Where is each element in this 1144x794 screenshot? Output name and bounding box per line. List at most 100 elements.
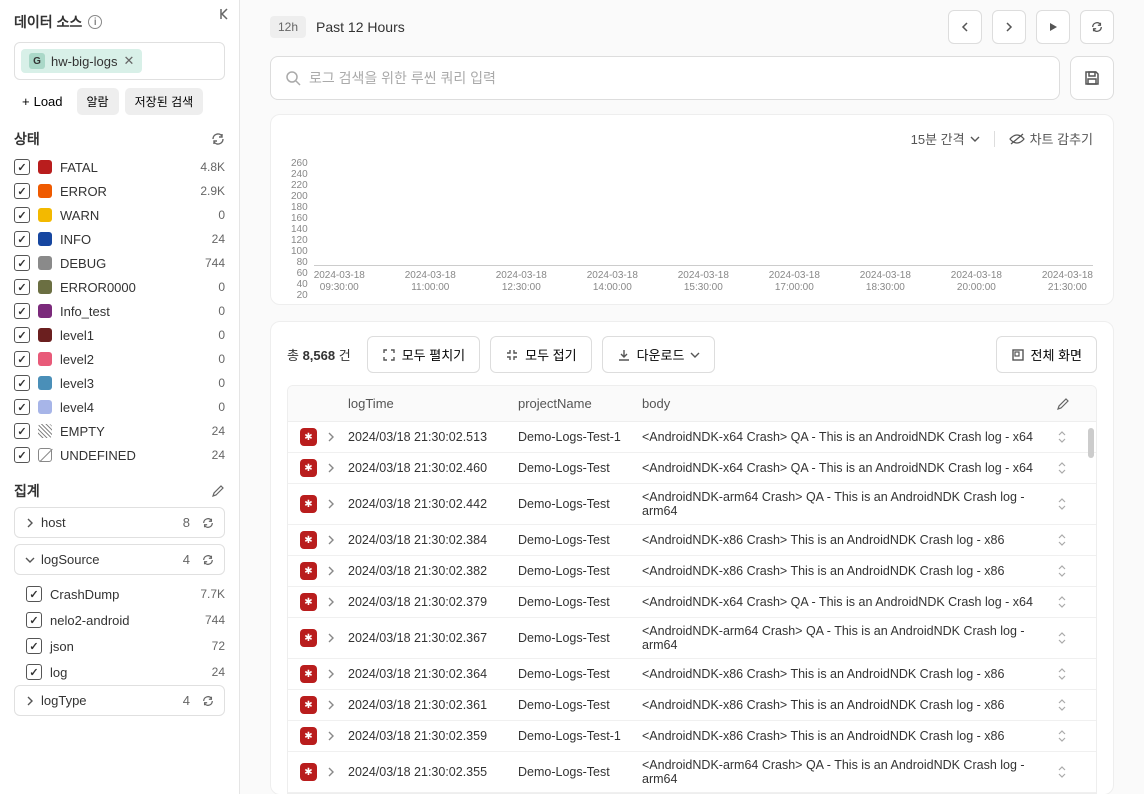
status-checkbox[interactable] xyxy=(14,231,30,247)
expand-row-button[interactable] xyxy=(327,633,342,643)
status-item-info_test[interactable]: Info_test0 xyxy=(14,299,225,323)
agg-refresh-button[interactable] xyxy=(202,695,214,707)
expand-row-button[interactable] xyxy=(327,499,342,509)
col-logtime[interactable]: logTime xyxy=(348,396,518,411)
fullscreen-button[interactable]: 전체 화면 xyxy=(996,336,1097,373)
refresh-button[interactable] xyxy=(1080,10,1114,44)
expand-row-button[interactable] xyxy=(327,597,342,607)
play-button[interactable] xyxy=(1036,10,1070,44)
table-row[interactable]: ✱2024/03/18 21:30:02.361Demo-Logs-Test<A… xyxy=(288,690,1096,721)
status-checkbox[interactable] xyxy=(14,399,30,415)
table-row[interactable]: ✱2024/03/18 21:30:02.367Demo-Logs-Test<A… xyxy=(288,618,1096,659)
table-row[interactable]: ✱2024/03/18 21:30:02.460Demo-Logs-Test<A… xyxy=(288,453,1096,484)
expand-row-button[interactable] xyxy=(327,767,342,777)
status-refresh-button[interactable] xyxy=(211,132,225,146)
chip-remove-button[interactable]: ✕ xyxy=(123,53,134,69)
status-checkbox[interactable] xyxy=(14,183,30,199)
agg-group-host[interactable]: host8 xyxy=(14,507,225,538)
status-item-level3[interactable]: level30 xyxy=(14,371,225,395)
agg-item-json[interactable]: json72 xyxy=(26,633,225,659)
status-item-level2[interactable]: level20 xyxy=(14,347,225,371)
row-actions-button[interactable] xyxy=(1056,596,1084,608)
row-actions-button[interactable] xyxy=(1056,498,1084,510)
row-actions-button[interactable] xyxy=(1056,462,1084,474)
time-range-label[interactable]: Past 12 Hours xyxy=(316,19,938,35)
status-checkbox[interactable] xyxy=(14,159,30,175)
edit-columns-button[interactable] xyxy=(1056,397,1084,411)
status-checkbox[interactable] xyxy=(14,207,30,223)
table-row[interactable]: ✱2024/03/18 21:30:02.442Demo-Logs-Test<A… xyxy=(288,484,1096,525)
collapse-all-button[interactable]: 모두 접기 xyxy=(490,336,591,373)
expand-row-button[interactable] xyxy=(327,669,342,679)
row-actions-button[interactable] xyxy=(1056,431,1084,443)
search-box[interactable] xyxy=(270,56,1060,100)
table-row[interactable]: ✱2024/03/18 21:30:02.382Demo-Logs-Test<A… xyxy=(288,556,1096,587)
agg-item-checkbox[interactable] xyxy=(26,612,42,628)
status-item-level1[interactable]: level10 xyxy=(14,323,225,347)
status-item-error0000[interactable]: ERROR00000 xyxy=(14,275,225,299)
status-item-warn[interactable]: WARN0 xyxy=(14,203,225,227)
row-actions-button[interactable] xyxy=(1056,668,1084,680)
agg-refresh-button[interactable] xyxy=(202,554,214,566)
agg-group-logType[interactable]: logType4 xyxy=(14,685,225,716)
expand-row-button[interactable] xyxy=(327,535,342,545)
search-input[interactable] xyxy=(309,70,1045,86)
row-actions-button[interactable] xyxy=(1056,632,1084,644)
chart-bars[interactable] xyxy=(314,156,1093,266)
prev-button[interactable] xyxy=(948,10,982,44)
status-item-error[interactable]: ERROR2.9K xyxy=(14,179,225,203)
status-item-info[interactable]: INFO24 xyxy=(14,227,225,251)
col-projectname[interactable]: projectName xyxy=(518,396,642,411)
row-actions-button[interactable] xyxy=(1056,730,1084,742)
agg-item-checkbox[interactable] xyxy=(26,664,42,680)
next-button[interactable] xyxy=(992,10,1026,44)
scrollbar-thumb[interactable] xyxy=(1088,428,1094,458)
status-checkbox[interactable] xyxy=(14,279,30,295)
status-item-undefined[interactable]: UNDEFINED24 xyxy=(14,443,225,467)
datasource-chip[interactable]: G hw-big-logs ✕ xyxy=(21,49,142,73)
table-row[interactable]: ✱2024/03/18 21:30:02.513Demo-Logs-Test-1… xyxy=(288,422,1096,453)
row-actions-button[interactable] xyxy=(1056,766,1084,778)
load-button[interactable]: + Load xyxy=(14,88,71,115)
save-search-button[interactable] xyxy=(1070,56,1114,100)
agg-item-log[interactable]: log24 xyxy=(26,659,225,685)
saved-search-button[interactable]: 저장된 검색 xyxy=(125,88,204,115)
agg-group-logSource[interactable]: logSource4 xyxy=(14,544,225,575)
table-row[interactable]: ✱2024/03/18 21:30:02.359Demo-Logs-Test-1… xyxy=(288,721,1096,752)
table-row[interactable]: ✱2024/03/18 21:30:02.379Demo-Logs-Test<A… xyxy=(288,587,1096,618)
expand-all-button[interactable]: 모두 펼치기 xyxy=(367,336,480,373)
expand-row-button[interactable] xyxy=(327,731,342,741)
status-checkbox[interactable] xyxy=(14,423,30,439)
status-checkbox[interactable] xyxy=(14,375,30,391)
table-row[interactable]: ✱2024/03/18 21:30:02.384Demo-Logs-Test<A… xyxy=(288,525,1096,556)
hide-chart-button[interactable]: 차트 감추기 xyxy=(1009,129,1093,148)
status-checkbox[interactable] xyxy=(14,351,30,367)
status-checkbox[interactable] xyxy=(14,447,30,463)
expand-row-button[interactable] xyxy=(327,700,342,710)
row-actions-button[interactable] xyxy=(1056,565,1084,577)
collapse-sidebar-button[interactable] xyxy=(215,4,235,24)
status-checkbox[interactable] xyxy=(14,303,30,319)
status-item-empty[interactable]: EMPTY24 xyxy=(14,419,225,443)
row-actions-button[interactable] xyxy=(1056,699,1084,711)
status-item-level4[interactable]: level40 xyxy=(14,395,225,419)
status-checkbox[interactable] xyxy=(14,255,30,271)
alarm-button[interactable]: 알람 xyxy=(77,88,119,115)
status-item-fatal[interactable]: FATAL4.8K xyxy=(14,155,225,179)
status-checkbox[interactable] xyxy=(14,327,30,343)
aggregate-edit-button[interactable] xyxy=(211,484,225,498)
agg-item-checkbox[interactable] xyxy=(26,586,42,602)
expand-row-button[interactable] xyxy=(327,566,342,576)
expand-row-button[interactable] xyxy=(327,463,342,473)
interval-selector[interactable]: 15분 간격 xyxy=(911,129,980,148)
info-icon[interactable]: i xyxy=(88,15,102,29)
row-actions-button[interactable] xyxy=(1056,534,1084,546)
table-row[interactable]: ✱2024/03/18 21:30:02.364Demo-Logs-Test<A… xyxy=(288,659,1096,690)
expand-row-button[interactable] xyxy=(327,432,342,442)
download-button[interactable]: 다운로드 xyxy=(602,336,716,373)
agg-item-CrashDump[interactable]: CrashDump7.7K xyxy=(26,581,225,607)
agg-item-nelo2-android[interactable]: nelo2-android744 xyxy=(26,607,225,633)
col-body[interactable]: body xyxy=(642,396,1056,411)
table-row[interactable]: ✱2024/03/18 21:30:02.355Demo-Logs-Test<A… xyxy=(288,752,1096,793)
agg-refresh-button[interactable] xyxy=(202,517,214,529)
